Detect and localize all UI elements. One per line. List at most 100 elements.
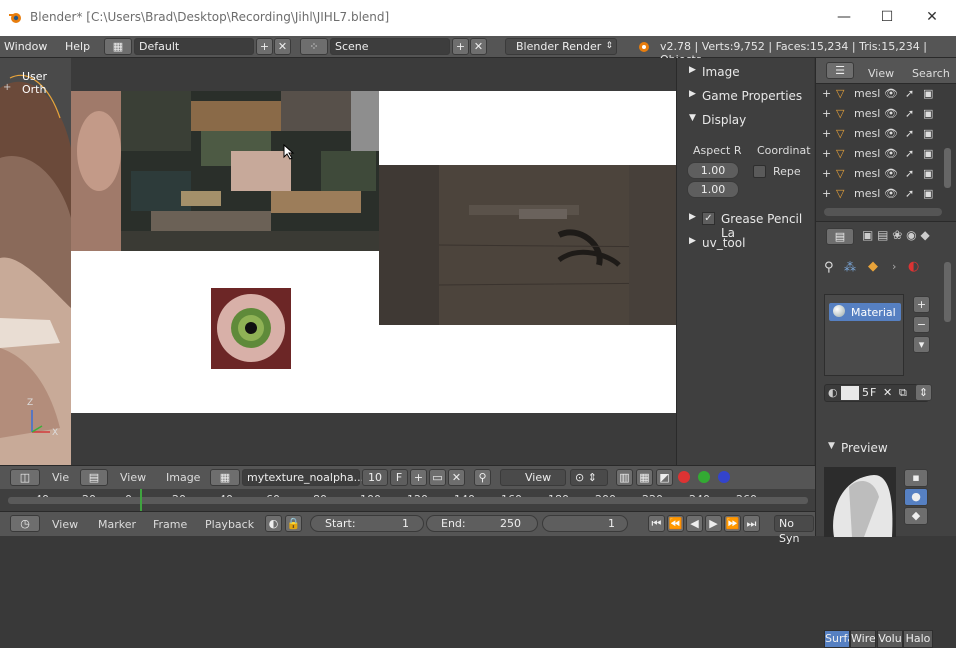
outliner-row[interactable]: + ▽ mesl 👁 ➚ ▣	[816, 104, 942, 123]
layout-field[interactable]: Default	[134, 38, 254, 55]
expand-icon[interactable]: +	[822, 147, 831, 160]
menu-help[interactable]: Help	[65, 40, 90, 53]
render-engine-select[interactable]: Blender Render ⇕	[505, 38, 617, 55]
render-camera-icon[interactable]: ▣	[923, 107, 933, 120]
current-frame-marker[interactable]	[140, 489, 142, 511]
material-slot-list[interactable]: Material	[824, 294, 904, 376]
timeline-scrollbar[interactable]	[8, 497, 808, 504]
panel-game-properties[interactable]: ▶ Game Properties	[677, 86, 815, 106]
outliner-view-menu[interactable]: View	[868, 67, 894, 80]
outliner-row[interactable]: + ▽ mesl 👁 ➚ ▣	[816, 144, 942, 163]
timeline-frame-menu[interactable]: Frame	[153, 518, 187, 531]
repeat-checkbox[interactable]	[753, 165, 766, 178]
start-frame-field[interactable]: Start: 1	[310, 515, 424, 532]
minimize-button[interactable]: —	[832, 6, 856, 28]
timeline-playback-menu[interactable]: Playback	[205, 518, 254, 531]
image-editor-type-icon[interactable]: ▤	[80, 469, 108, 486]
selectable-arrow-icon[interactable]: ➚	[905, 147, 914, 160]
selectable-arrow-icon[interactable]: ➚	[905, 187, 914, 200]
display-zbuffer-icon[interactable]: ◩	[656, 469, 673, 486]
play-reverse-button[interactable]: ◀	[686, 515, 703, 532]
play-button[interactable]: ▶	[705, 515, 722, 532]
maximize-button[interactable]: ☐	[875, 6, 899, 28]
remove-layout-button[interactable]: ✕	[274, 38, 291, 55]
grease-pencil-checkbox[interactable]: ✓	[702, 212, 715, 225]
display-alpha-icon[interactable]: ▦	[636, 469, 653, 486]
screen-layout-icon[interactable]: ▦	[104, 38, 132, 55]
visibility-eye-icon[interactable]: 👁	[884, 147, 898, 160]
properties-vscroll[interactable]	[944, 262, 951, 322]
add-layout-button[interactable]: +	[256, 38, 273, 55]
image-name-field[interactable]: mytexture_noalpha...	[242, 469, 364, 486]
panel-uv-tool[interactable]: ▶ uv_tool	[677, 233, 815, 253]
panel-display[interactable]: ▼ Display	[677, 110, 815, 130]
timeline-view-menu[interactable]: View	[52, 518, 78, 531]
material-unlink-icon[interactable]: ✕	[883, 386, 892, 399]
view-mode-select[interactable]: View	[500, 469, 566, 486]
current-frame-field[interactable]: 1	[542, 515, 628, 532]
next-keyframe-button[interactable]: ⏩	[724, 515, 741, 532]
image-view-menu[interactable]: View	[120, 471, 146, 484]
sync-mode-select[interactable]: No Syn	[774, 515, 814, 545]
properties-context-icons[interactable]: ▣ ▤ ❀ ◉ ◆	[862, 228, 930, 242]
image-unlink-button[interactable]: ✕	[448, 469, 465, 486]
timeline-marker-menu[interactable]: Marker	[98, 518, 136, 531]
preview-flat-button[interactable]: ▪	[904, 469, 928, 487]
render-camera-icon[interactable]: ▣	[923, 127, 933, 140]
render-camera-icon[interactable]: ▣	[923, 147, 933, 160]
visibility-eye-icon[interactable]: 👁	[884, 107, 898, 120]
properties-editor-icon[interactable]: ▤	[826, 228, 854, 245]
image-open-button[interactable]: ▭	[429, 469, 446, 486]
timeline-editor-icon[interactable]: ◷	[10, 515, 40, 532]
outliner-hscroll[interactable]	[824, 208, 942, 216]
panel-image[interactable]: ▶ Image	[677, 62, 815, 82]
material-datablock-field[interactable]: ◐ 5 F ✕ ⧉	[824, 384, 929, 402]
display-rgb-icon[interactable]: ▥	[616, 469, 633, 486]
material-tab[interactable]: Surfa	[824, 630, 850, 648]
material-fake-label[interactable]: F	[870, 386, 876, 399]
aspect-y-field[interactable]: 1.00	[687, 181, 739, 198]
selectable-arrow-icon[interactable]: ➚	[905, 87, 914, 100]
close-button[interactable]: ✕	[920, 6, 944, 28]
image-new-button[interactable]: +	[410, 469, 427, 486]
viewport-plus-icon[interactable]: +	[3, 82, 11, 93]
expand-icon[interactable]: +	[822, 87, 831, 100]
visibility-eye-icon[interactable]: 👁	[884, 87, 898, 100]
remove-slot-button[interactable]: −	[913, 316, 930, 333]
slot-menu-button[interactable]: ▾	[913, 336, 930, 353]
visibility-eye-icon[interactable]: 👁	[884, 167, 898, 180]
image-fake-user-button[interactable]: F	[390, 469, 408, 486]
aspect-x-field[interactable]: 1.00	[687, 162, 739, 179]
preview-cube-button[interactable]: ◆	[904, 507, 928, 525]
render-camera-icon[interactable]: ▣	[923, 167, 933, 180]
expand-icon[interactable]: +	[822, 127, 831, 140]
lock-range-icon[interactable]: 🔒	[285, 515, 302, 532]
material-copy-icon[interactable]: ⧉	[899, 386, 907, 400]
visibility-eye-icon[interactable]: 👁	[884, 127, 898, 140]
outliner-row-label[interactable]: mesl	[854, 107, 880, 120]
expand-icon[interactable]: +	[822, 187, 831, 200]
outliner-row[interactable]: + ▽ mesl 👁 ➚ ▣	[816, 124, 942, 143]
channel-green-icon[interactable]	[698, 471, 710, 483]
preview-sphere-button[interactable]: ●	[904, 488, 928, 506]
timeline-ruler[interactable]: -40-200204060801001201401601802002202402…	[0, 489, 815, 511]
render-camera-icon[interactable]: ▣	[923, 87, 933, 100]
outliner-row-label[interactable]: mesl	[854, 87, 880, 100]
channel-red-icon[interactable]	[678, 471, 690, 483]
outliner-editor-icon[interactable]: ☰	[826, 62, 854, 79]
end-frame-field[interactable]: End: 250	[426, 515, 538, 532]
material-tab[interactable]: Volu	[877, 630, 903, 648]
jump-end-button[interactable]: ⏭	[743, 515, 760, 532]
pivot-select[interactable]: ⊙ ⇕	[570, 469, 608, 486]
prev-keyframe-button[interactable]: ⏪	[667, 515, 684, 532]
channel-blue-icon[interactable]	[718, 471, 730, 483]
remove-scene-button[interactable]: ✕	[470, 38, 487, 55]
expand-icon[interactable]: +	[822, 167, 831, 180]
add-scene-button[interactable]: +	[452, 38, 469, 55]
outliner-row-label[interactable]: mesl	[854, 167, 880, 180]
material-slot-item[interactable]: Material	[829, 303, 901, 321]
expand-icon[interactable]: +	[822, 107, 831, 120]
add-slot-button[interactable]: +	[913, 296, 930, 313]
outliner-row-label[interactable]: mesl	[854, 187, 880, 200]
outliner-row-label[interactable]: mesl	[854, 147, 880, 160]
